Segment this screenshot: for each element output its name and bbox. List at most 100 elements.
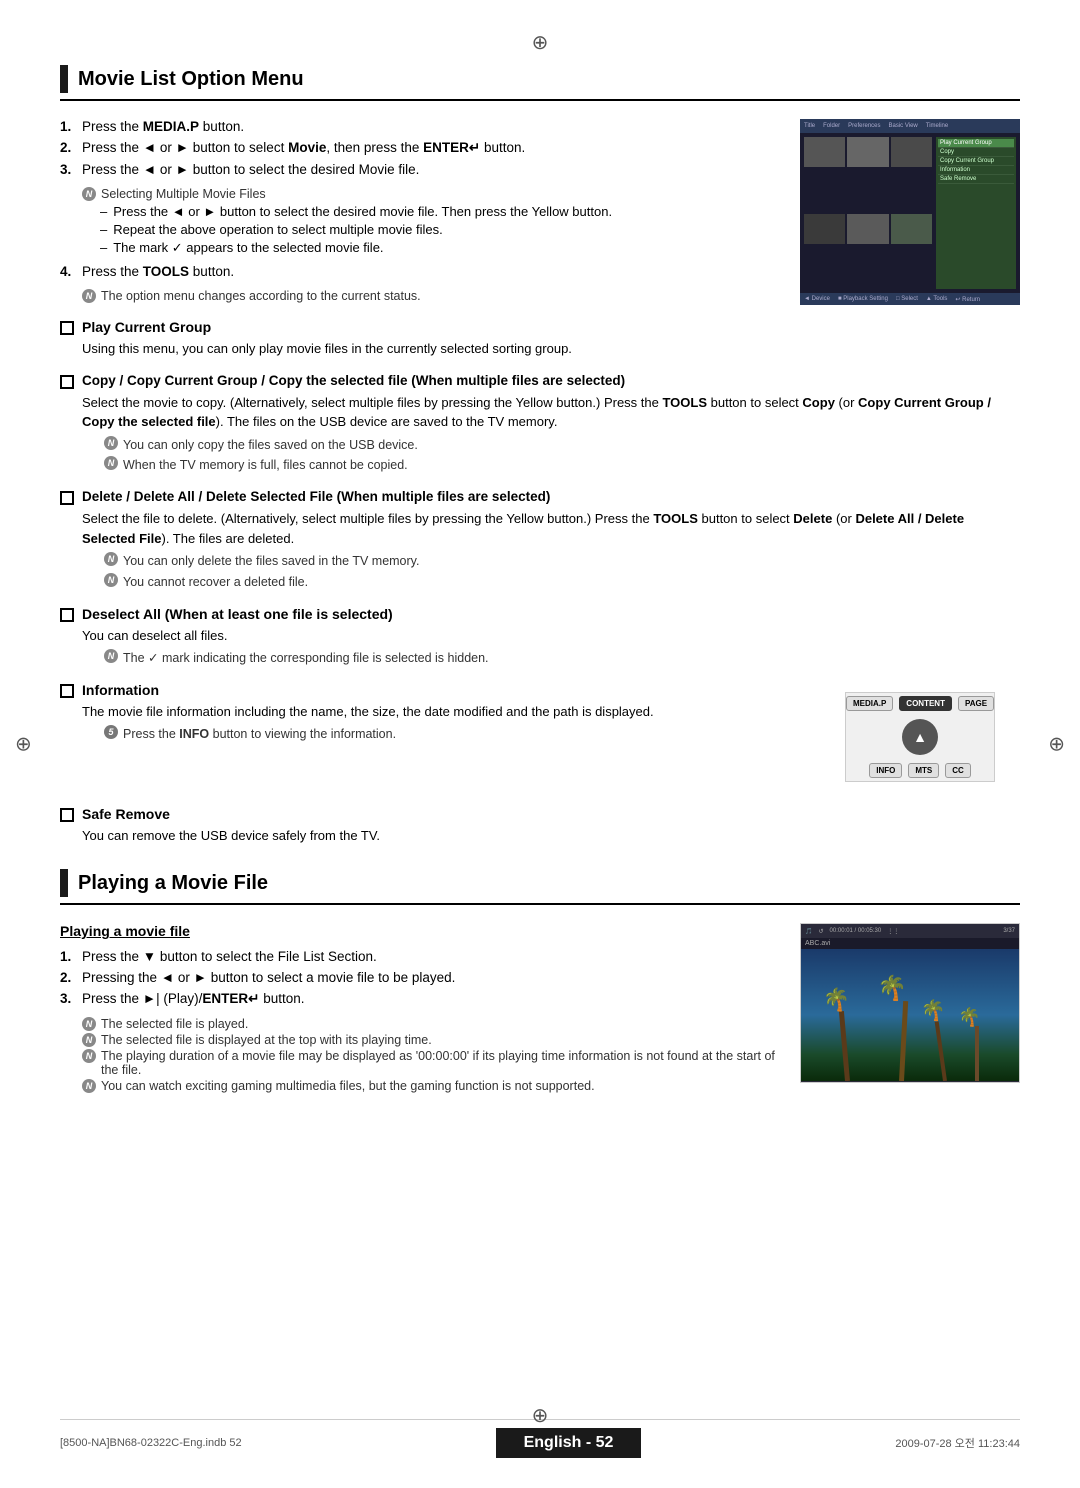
section1-screen-image: Title Folder Preferences Basic View Time…: [800, 119, 1020, 305]
menu-item-info: Information: [938, 166, 1014, 175]
subsection-delete: Delete / Delete All / Delete Selected Fi…: [60, 489, 1020, 592]
note-icon-1: N: [82, 187, 96, 201]
palm-trunk-1: [839, 1011, 850, 1081]
checkbox-safe: [60, 808, 74, 822]
playing-steps-list: 1. Press the ▼ button to select the File…: [60, 949, 780, 1007]
note-play-3: N The playing duration of a movie file m…: [82, 1049, 780, 1077]
subsection-heading-delete: Delete / Delete All / Delete Selected Fi…: [60, 489, 1020, 505]
subsection-heading-deselect: Deselect All (When at least one file is …: [60, 606, 1020, 622]
subsection-information: Information The movie file information i…: [60, 682, 1020, 792]
top-compass-icon: ⊕: [60, 30, 1020, 55]
note-icon-play-2: N: [82, 1033, 96, 1047]
bottom-file-info: [8500-NA]BN68-02322C-Eng.indb 52: [60, 1437, 242, 1449]
section1-content: 1. Press the MEDIA.P button. 2. Press th…: [60, 119, 1020, 305]
note-icon-copy-1: N: [104, 436, 118, 450]
menu-item-copy-group: Copy Current Group: [938, 157, 1014, 166]
left-compass-icon: ⊕: [15, 732, 32, 757]
bottom-compass-icon: ⊕: [532, 1403, 549, 1428]
note-play-4: N You can watch exciting gaming multimed…: [82, 1079, 780, 1093]
note-play-1: N The selected file is played.: [82, 1017, 780, 1031]
mock-movie-content: 🌴 🌴 🌴 🌴: [801, 949, 1019, 1081]
note-icon-play-3: N: [82, 1049, 96, 1063]
mock-topbar-1: Title Folder Preferences Basic View Time…: [800, 119, 1020, 133]
palm-trunk-2: [899, 1001, 908, 1081]
step4-list: 4. Press the TOOLS button.: [60, 264, 780, 279]
information-with-remote: Information The movie file information i…: [60, 682, 1020, 792]
thumb-6: [891, 214, 932, 244]
palm-trunk-4: [975, 1026, 979, 1081]
playing-step-1: 1. Press the ▼ button to select the File…: [60, 949, 780, 964]
mock-bottombar-1: ◄ Device ■ Playback Setting □ Select ▲ T…: [800, 293, 1020, 305]
subsection-title-play: Play Current Group: [82, 319, 211, 335]
subsection-heading-play: Play Current Group: [60, 319, 1020, 335]
note-icon-deselect: N: [104, 649, 118, 663]
remote-control-img: MEDIA.P CONTENT PAGE ▲ INFO MTS CC: [845, 692, 995, 782]
palm-leaves-4: 🌴: [958, 1007, 980, 1028]
remote-btn-page: PAGE: [958, 696, 994, 711]
remote-arrow-btn: ▲: [902, 719, 938, 755]
palm-leaves-2: 🌴: [877, 974, 907, 1003]
remote-btn-mediap: MEDIA.P: [846, 696, 893, 711]
mock-movie-bottombar: ◄◄ SUM ⏸ Pause ◄► Jump ▲ Tools ↩ Return: [801, 1081, 1019, 1083]
page-wrapper: ⊕ ⊕ ⊕ Movie List Option Menu 1. Press th…: [0, 0, 1080, 1488]
note-selecting: N Selecting Multiple Movie Files: [82, 187, 780, 201]
note-option-menu: N The option menu changes according to t…: [82, 289, 780, 303]
bullet-3: The mark ✓ appears to the selected movie…: [100, 240, 780, 256]
mock-movie-screen: 🎵 ↺ 00:00:01 / 00:05:30 ⋮⋮ 3/37 ABC.avi …: [800, 923, 1020, 1083]
note-deselect: N The ✓ mark indicating the correspondin…: [104, 649, 1020, 668]
section1-left: 1. Press the MEDIA.P button. 2. Press th…: [60, 119, 780, 305]
palm-trunk-3: [934, 1022, 946, 1082]
mock-movie-topbar: 🎵 ↺ 00:00:01 / 00:05:30 ⋮⋮ 3/37: [801, 924, 1019, 938]
bullet-1: Press the ◄ or ► button to select the de…: [100, 204, 780, 219]
note-icon-play-4: N: [82, 1079, 96, 1093]
checkbox-delete: [60, 491, 74, 505]
mock-filename: ABC.avi: [801, 938, 1019, 949]
remote-btn-cc: CC: [945, 763, 971, 778]
section2: Playing a Movie File Playing a movie fil…: [60, 869, 1020, 1095]
note-info: 5 Press the INFO button to viewing the i…: [104, 725, 800, 744]
section2-right: 🎵 ↺ 00:00:01 / 00:05:30 ⋮⋮ 3/37 ABC.avi …: [800, 923, 1020, 1095]
subsection-copy: Copy / Copy Current Group / Copy the sel…: [60, 373, 1020, 476]
note-icon-2: N: [82, 289, 96, 303]
bottom-date-info: 2009-07-28 오전 11:23:44: [895, 1435, 1020, 1451]
checkbox-info: [60, 684, 74, 698]
section2-heading: Playing a Movie File: [60, 869, 1020, 905]
checkbox-play: [60, 321, 74, 335]
remote-btn-mts: MTS: [908, 763, 939, 778]
playing-step-2: 2. Pressing the ◄ or ► button to select …: [60, 970, 780, 985]
subsection-title-safe: Safe Remove: [82, 806, 170, 822]
subsection-body-copy: Select the movie to copy. (Alternatively…: [82, 393, 1020, 476]
section2-content: Playing a movie file 1. Press the ▼ butt…: [60, 923, 1020, 1095]
note-icon-delete-1: N: [104, 552, 118, 566]
note-icon-delete-2: N: [104, 573, 118, 587]
information-left: Information The movie file information i…: [60, 682, 800, 792]
step-3: 3. Press the ◄ or ► button to select the…: [60, 162, 780, 177]
subsection-body-deselect: You can deselect all files. N The ✓ mark…: [82, 626, 1020, 668]
subsection-heading-info: Information: [60, 682, 800, 698]
note-copy-2: N When the TV memory is full, files cann…: [104, 456, 1020, 475]
remote-btn-content: CONTENT: [899, 696, 952, 711]
palm-scene: 🌴 🌴 🌴 🌴: [801, 949, 1019, 1081]
subsection-safe-remove: Safe Remove You can remove the USB devic…: [60, 806, 1020, 846]
section1-bar: [60, 65, 68, 93]
subsection-title-deselect: Deselect All (When at least one file is …: [82, 606, 393, 622]
subsection-title-delete: Delete / Delete All / Delete Selected Fi…: [82, 489, 550, 504]
remote-btn-info: INFO: [869, 763, 902, 778]
subsection-body-info: The movie file information including the…: [82, 702, 800, 744]
section2-title: Playing a Movie File: [78, 872, 268, 895]
subsection-title-info: Information: [82, 682, 159, 698]
steps-list: 1. Press the MEDIA.P button. 2. Press th…: [60, 119, 780, 177]
palm-leaves-3: 🌴: [921, 998, 946, 1023]
note-copy-1: N You can only copy the files saved on t…: [104, 436, 1020, 455]
playing-step-3: 3. Press the ►| (Play)/ENTER↵ button.: [60, 991, 780, 1007]
page-badge: English - 52: [496, 1428, 642, 1458]
thumb-3: [891, 137, 932, 167]
subsection-body-delete: Select the file to delete. (Alternativel…: [82, 509, 1020, 592]
subsection-body-safe: You can remove the USB device safely fro…: [82, 826, 1020, 846]
subsection-body-play: Using this menu, you can only play movie…: [82, 339, 1020, 359]
note-icon-info: 5: [104, 725, 118, 739]
note-delete-2: N You cannot recover a deleted file.: [104, 573, 1020, 592]
note-play-2: N The selected file is displayed at the …: [82, 1033, 780, 1047]
note-delete-1: N You can only delete the files saved in…: [104, 552, 1020, 571]
remote-image-area: MEDIA.P CONTENT PAGE ▲ INFO MTS CC: [820, 682, 1020, 792]
